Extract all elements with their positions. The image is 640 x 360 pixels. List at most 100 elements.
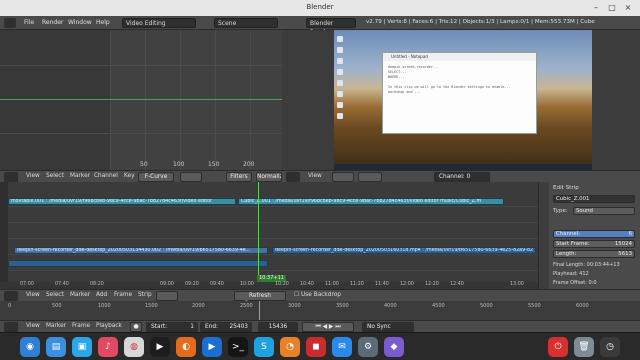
playback-controls[interactable]: ⏮ ◀ ▶ ⏭ [302, 322, 354, 332]
view-type-select[interactable] [332, 172, 354, 182]
timeline-playhead[interactable] [259, 301, 260, 320]
lane-line [8, 222, 538, 223]
menu-playback[interactable]: Playback [96, 323, 122, 329]
screen-recorder-icon[interactable]: ◼ [306, 337, 326, 357]
video-icon[interactable]: ▶ [150, 337, 170, 357]
settings-icon[interactable]: ⚙ [358, 337, 378, 357]
use-backdrop-checkbox[interactable]: ☐ Use Backdrop [294, 292, 341, 298]
filters-button[interactable]: Filters [226, 172, 252, 182]
menu-window[interactable]: Window [68, 19, 92, 26]
lane-line [8, 238, 538, 239]
editor-type-timeline-icon[interactable] [4, 322, 18, 332]
menu-view[interactable]: View [308, 173, 322, 179]
strip-screen-recorder-1[interactable]: deepin-screen-recorder_dde-desktop_20200… [14, 247, 268, 254]
time-tick: 07:00 [20, 282, 34, 287]
menu-file[interactable]: File [24, 19, 34, 26]
menu-view[interactable]: View [26, 173, 40, 179]
time-tick: 13:00 [510, 282, 524, 287]
normalize-toggle[interactable]: Normalize [256, 172, 282, 182]
menu-view[interactable]: View [26, 292, 40, 298]
timeline-editor[interactable]: 0 500 1000 1500 2000 2500 3000 3500 4000… [0, 301, 640, 320]
edit-strip-panel: Edit Strip Cubic_Z.001 Type: Sound Chann… [538, 182, 640, 289]
terminal-icon[interactable]: >_ [228, 337, 248, 357]
deepin-launcher-icon[interactable]: ◉ [20, 337, 40, 357]
close-icon[interactable]: × [622, 2, 634, 14]
strip-screen-recorder-audio[interactable] [8, 260, 268, 267]
sequencer-gutter [0, 182, 8, 282]
strip-name-field[interactable]: Cubic_Z.001 [553, 195, 635, 203]
blender-icon[interactable]: ◔ [280, 337, 300, 357]
sync-mode-select[interactable]: No Sync [362, 322, 414, 332]
menu-marker[interactable]: Marker [46, 323, 66, 329]
display-mode-select[interactable] [358, 172, 382, 182]
dock-icon-9[interactable]: ◆ [384, 337, 404, 357]
editor-type-graph-icon[interactable] [4, 172, 18, 182]
menu-view[interactable]: View [26, 323, 40, 329]
length-field[interactable]: Length: 5613 [553, 250, 635, 258]
firefox-icon[interactable]: ◐ [176, 337, 196, 357]
menu-marker[interactable]: Marker [70, 173, 90, 179]
start-frame-field[interactable]: Start Frame: 15024 [553, 240, 635, 248]
sequencer-time-axis: 07:00 07:40 08:20 09:00 09:20 09:40 10:0… [0, 282, 538, 289]
render-engine-select[interactable]: Blender Render [306, 18, 356, 36]
start-frame-field[interactable]: Start: 1 [146, 322, 198, 332]
trash-icon[interactable]: 🗑 [574, 337, 594, 357]
menu-help[interactable]: Help [96, 19, 110, 26]
media-player-icon[interactable]: ▶ [202, 337, 222, 357]
minimize-icon[interactable]: – [590, 2, 602, 14]
menu-frame[interactable]: Frame [114, 292, 132, 298]
scene-select[interactable]: Scene [214, 18, 278, 28]
channel-field[interactable]: Channel: 0 [434, 172, 490, 182]
sequencer-preview[interactable]: Untitled - Notepad deepin-screen-recorde… [282, 30, 640, 170]
messenger-icon[interactable]: ✉ [332, 337, 352, 357]
view-type-select[interactable] [156, 291, 178, 301]
strip-movtable[interactable]: movtable.001 : /media/uvr19/f96bcbeb-98c… [8, 198, 236, 205]
lane-line [8, 254, 538, 255]
menu-select[interactable]: Select [46, 292, 64, 298]
music-icon[interactable]: ♪ [98, 337, 118, 357]
maximize-icon[interactable]: □ [606, 2, 618, 14]
graph-editor[interactable]: 50 100 150 200 [0, 30, 282, 170]
sequencer-playhead[interactable] [258, 182, 259, 278]
graph-mode-select[interactable]: F-Curve [138, 172, 174, 182]
end-frame-field[interactable]: End: 25403 [200, 322, 252, 332]
use-backdrop-label: Use Backdrop [301, 292, 341, 298]
menu-marker[interactable]: Marker [70, 292, 90, 298]
editor-type-sequencer-icon[interactable] [286, 172, 300, 182]
end-label: End: [205, 324, 218, 330]
time-tick: 07:40 [55, 282, 69, 287]
timeline-tick: 1500 [145, 303, 158, 309]
graph-tool-buttons[interactable] [180, 172, 202, 182]
edit-strip-title[interactable]: Edit Strip [553, 185, 579, 191]
menu-key[interactable]: Key [124, 173, 135, 179]
screen-layout-select[interactable]: Video Editing [122, 18, 196, 28]
timeline-tick: 4000 [384, 303, 397, 309]
time-tick: 09:20 [185, 282, 199, 287]
record-icon[interactable]: ● [130, 322, 142, 332]
strip-cubic-z[interactable]: Cubic_Z.001 : /media/uvr19/f96bcbeb-98c9… [238, 198, 504, 205]
editor-type-sequencer-icon[interactable] [4, 291, 18, 301]
channel-field[interactable]: Channel: 6 [553, 230, 635, 238]
sequencer-timeline[interactable]: movtable.001 : /media/uvr19/f96bcbeb-98c… [0, 182, 538, 289]
type-select[interactable]: Sound [573, 207, 635, 215]
notepad-window: Untitled - Notepad deepin-screen-recorde… [382, 52, 537, 134]
scene-stats: v2.79 | Verts:8 | Faces:6 | Tris:12 | Ob… [366, 19, 595, 25]
strip-screen-recorder-2[interactable]: deepin-screen-recorder_dde-desktop_20200… [272, 247, 536, 254]
shutdown-icon[interactable]: ⏻ [548, 337, 568, 357]
menu-strip[interactable]: Strip [138, 292, 152, 298]
clock-icon[interactable]: ◷ [600, 337, 620, 357]
menu-add[interactable]: Add [96, 292, 107, 298]
app-store-icon[interactable]: ▣ [72, 337, 92, 357]
start-frame-value: 15024 [614, 241, 632, 247]
menu-channel[interactable]: Channel [94, 173, 118, 179]
editor-type-info-icon[interactable] [4, 18, 16, 28]
refresh-sequencer-button[interactable]: Refresh Sequencer [234, 291, 286, 307]
skype-icon[interactable]: S [254, 337, 274, 357]
chrome-icon[interactable]: ◍ [124, 337, 144, 357]
menu-select[interactable]: Select [46, 173, 64, 179]
menu-frame[interactable]: Frame [72, 323, 90, 329]
menu-render[interactable]: Render [42, 19, 63, 26]
current-frame-field[interactable]: 15436 [258, 322, 298, 332]
properties-tabs[interactable] [539, 182, 549, 289]
files-icon[interactable]: ▤ [46, 337, 66, 357]
